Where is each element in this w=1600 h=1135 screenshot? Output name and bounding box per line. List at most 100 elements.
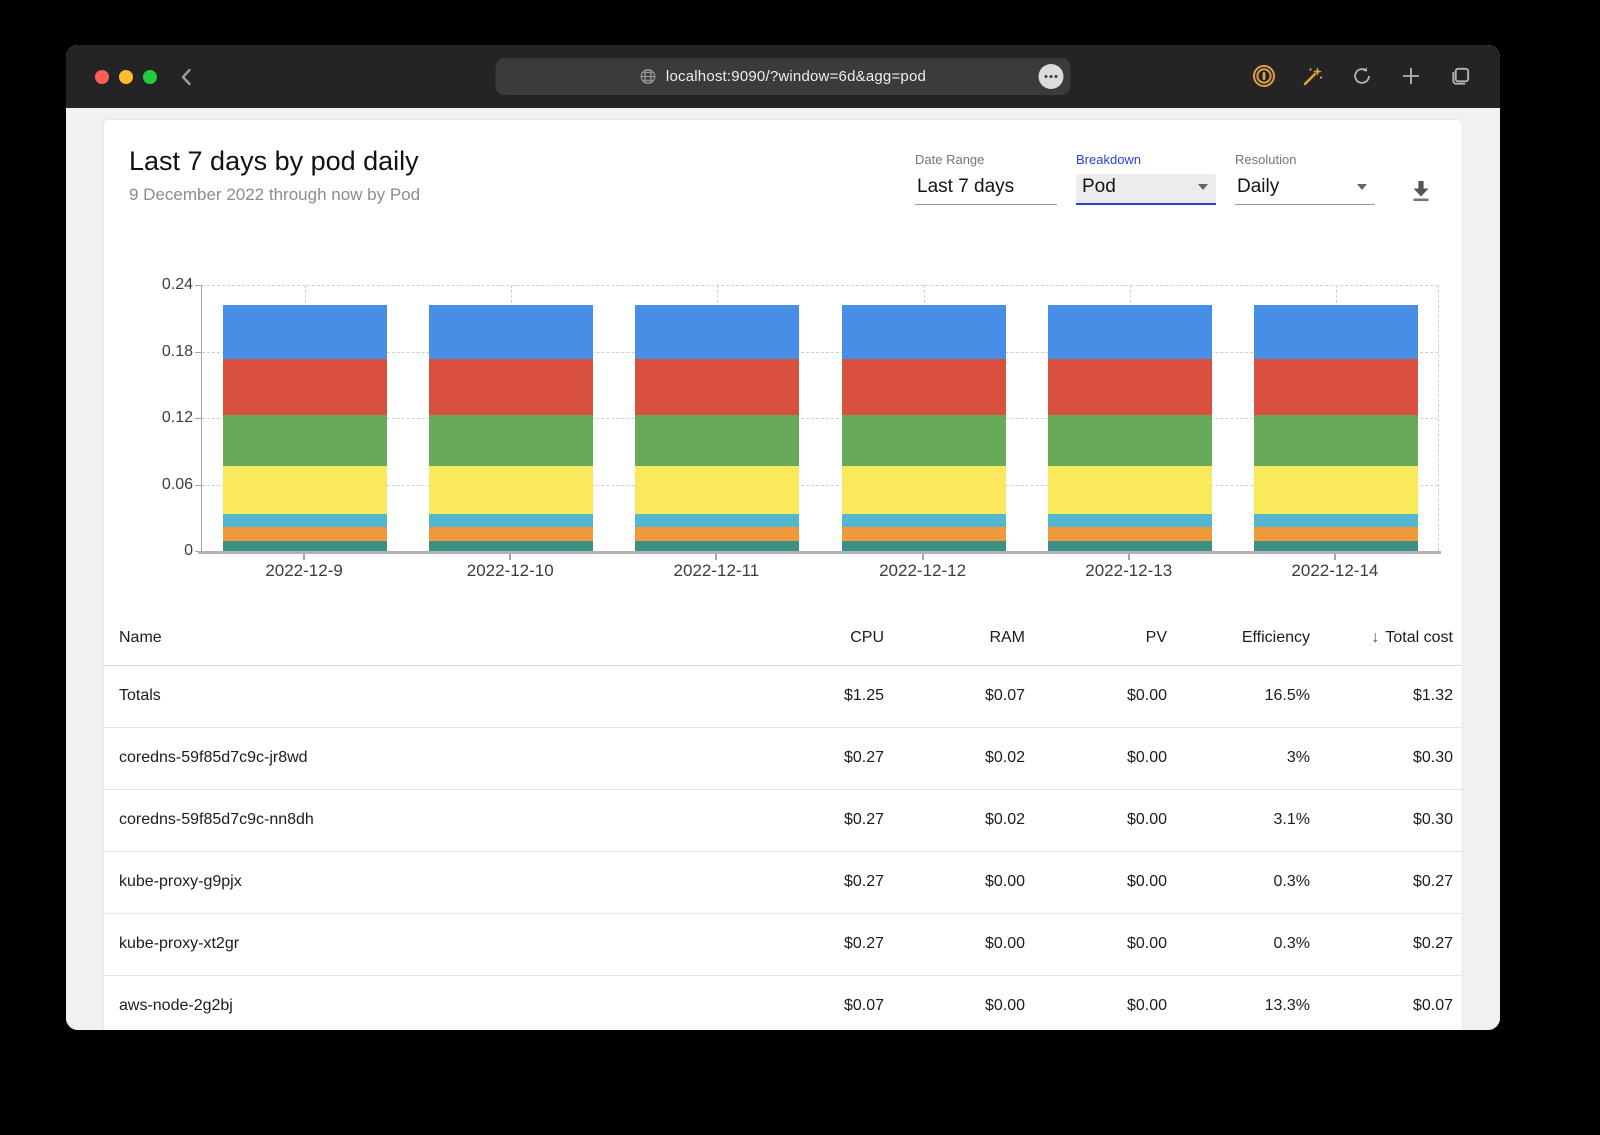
x-axis-label: 2022-12-11 bbox=[673, 561, 760, 580]
address-bar[interactable]: localhost:9090/?window=6d&agg=pod bbox=[495, 58, 1071, 95]
y-gridline bbox=[202, 351, 1438, 353]
stacked-bar-2022-12-11[interactable] bbox=[635, 305, 800, 551]
zoom-window-button[interactable] bbox=[143, 70, 157, 84]
segment-blue[interactable] bbox=[1047, 305, 1212, 360]
segment-cyan[interactable] bbox=[635, 514, 800, 527]
segment-teal[interactable] bbox=[635, 541, 800, 551]
segment-teal[interactable] bbox=[1047, 541, 1212, 551]
segment-red[interactable] bbox=[223, 359, 388, 415]
x-tick-mark bbox=[715, 554, 718, 560]
cell-ram: $0.00 bbox=[884, 851, 1025, 914]
onepassword-extension-button[interactable] bbox=[1252, 64, 1276, 88]
segment-blue[interactable] bbox=[429, 305, 594, 360]
stacked-bar-2022-12-13[interactable] bbox=[1047, 305, 1212, 551]
stacked-bar-2022-12-14[interactable] bbox=[1253, 305, 1418, 551]
cell-name: coredns-59f85d7c9c-jr8wd bbox=[104, 727, 742, 790]
segment-orange[interactable] bbox=[841, 526, 1006, 542]
stacked-bar-2022-12-10[interactable] bbox=[429, 305, 594, 551]
ellipsis-button[interactable] bbox=[1038, 64, 1064, 89]
segment-yellow[interactable] bbox=[223, 465, 388, 515]
column-header-name[interactable]: Name bbox=[104, 611, 742, 666]
y-tick-mark bbox=[195, 285, 201, 286]
x-axis-label: 2022-12-10 bbox=[466, 561, 554, 580]
date-range-field[interactable]: Date Range Last 7 days bbox=[915, 152, 1057, 205]
segment-orange[interactable] bbox=[635, 526, 800, 542]
y-gridline bbox=[202, 285, 1438, 286]
segment-cyan[interactable] bbox=[223, 514, 388, 527]
segment-red[interactable] bbox=[1047, 359, 1212, 415]
segment-teal[interactable] bbox=[841, 541, 1006, 551]
minimize-window-button[interactable] bbox=[119, 70, 133, 84]
table-row-kube-proxy-g9pjx[interactable]: kube-proxy-g9pjx $0.27 $0.00 $0.00 0.3% $0.27 bbox=[104, 851, 1462, 914]
table-row-kube-proxy-xt2gr[interactable]: kube-proxy-xt2gr $0.27 $0.00 $0.00 0.3% $0.27 bbox=[104, 913, 1462, 976]
segment-yellow[interactable] bbox=[1253, 465, 1418, 515]
table-row-aws-node-2g2bj[interactable]: aws-node-2g2bj $0.07 $0.00 $0.00 13.3% $0.07 bbox=[104, 975, 1462, 1030]
segment-blue[interactable] bbox=[1253, 305, 1418, 360]
segment-teal[interactable] bbox=[1253, 541, 1418, 551]
table-row-coredns-59f85d7c9c-jr8wd[interactable]: coredns-59f85d7c9c-jr8wd $0.27 $0.02 $0.00 3… bbox=[104, 727, 1462, 790]
y-gridline bbox=[202, 418, 1438, 419]
table-header-row: Name CPU RAM PV Efficiency ↓ Total cost bbox=[104, 611, 1462, 666]
x-axis-label: 2022-12-14 bbox=[1291, 561, 1379, 580]
report-controls: Date Range Last 7 days Breakdown Pod Res… bbox=[915, 146, 1432, 208]
chart-plot-area bbox=[195, 285, 1439, 552]
segment-green[interactable] bbox=[1047, 414, 1212, 466]
segment-blue[interactable] bbox=[223, 305, 388, 360]
breakdown-select[interactable]: Breakdown Pod bbox=[1076, 152, 1216, 205]
tab-overview-button[interactable] bbox=[1448, 64, 1472, 88]
segment-green[interactable] bbox=[429, 414, 594, 466]
segment-cyan[interactable] bbox=[1047, 514, 1212, 527]
column-header-efficiency[interactable]: Efficiency bbox=[1167, 611, 1310, 666]
cell-efficiency: 3% bbox=[1167, 727, 1310, 790]
x-axis-label: 2022-12-9 bbox=[265, 561, 343, 580]
segment-yellow[interactable] bbox=[429, 465, 594, 515]
segment-green[interactable] bbox=[1253, 414, 1418, 466]
segment-green[interactable] bbox=[223, 414, 388, 466]
segment-orange[interactable] bbox=[1253, 526, 1418, 542]
cell-name: coredns-59f85d7c9c-nn8dh bbox=[104, 789, 742, 852]
new-tab-button[interactable] bbox=[1399, 64, 1423, 88]
column-header-ram[interactable]: RAM bbox=[884, 611, 1025, 666]
stacked-bar-2022-12-12[interactable] bbox=[841, 305, 1006, 551]
wand-extension-button[interactable] bbox=[1301, 64, 1325, 88]
segment-red[interactable] bbox=[1253, 359, 1418, 415]
segment-orange[interactable] bbox=[429, 526, 594, 542]
segment-cyan[interactable] bbox=[841, 514, 1006, 527]
segment-yellow[interactable] bbox=[1047, 465, 1212, 515]
y-axis-label: 0.06 bbox=[161, 475, 193, 493]
segment-orange[interactable] bbox=[223, 526, 388, 542]
segment-green[interactable] bbox=[635, 414, 800, 466]
cell-total: $0.27 bbox=[1310, 851, 1462, 914]
segment-teal[interactable] bbox=[429, 541, 594, 551]
segment-red[interactable] bbox=[841, 359, 1006, 415]
segment-yellow[interactable] bbox=[841, 465, 1006, 515]
column-header-pv[interactable]: PV bbox=[1025, 611, 1167, 666]
chart-x-axis bbox=[198, 551, 1441, 554]
close-window-button[interactable] bbox=[95, 70, 109, 84]
download-button[interactable] bbox=[1410, 179, 1432, 208]
back-button[interactable] bbox=[176, 66, 198, 88]
segment-orange[interactable] bbox=[1047, 526, 1212, 542]
resolution-select[interactable]: Resolution Daily bbox=[1235, 152, 1375, 205]
reload-icon bbox=[1354, 67, 1370, 84]
table-row-coredns-59f85d7c9c-nn8dh[interactable]: coredns-59f85d7c9c-nn8dh $0.27 $0.02 $0.00 3… bbox=[104, 789, 1462, 852]
segment-red[interactable] bbox=[429, 359, 594, 415]
page-subtitle: 9 December 2022 through now by Pod bbox=[129, 185, 421, 204]
segment-red[interactable] bbox=[635, 359, 800, 415]
table-row-totals[interactable]: Totals $1.25 $0.07 $0.00 16.5% $1.32 bbox=[104, 665, 1462, 728]
browser-titlebar: localhost:9090/?window=6d&agg=pod bbox=[66, 45, 1500, 108]
column-header-cpu[interactable]: CPU bbox=[742, 611, 884, 666]
page-background: Last 7 days by pod daily 9 December 2022… bbox=[66, 108, 1500, 1030]
reload-button[interactable] bbox=[1350, 64, 1374, 88]
segment-cyan[interactable] bbox=[429, 514, 594, 527]
segment-blue[interactable] bbox=[841, 305, 1006, 360]
segment-blue[interactable] bbox=[635, 305, 800, 360]
column-header-total-cost[interactable]: ↓ Total cost bbox=[1310, 611, 1462, 666]
segment-yellow[interactable] bbox=[635, 465, 800, 515]
chevron-down-icon bbox=[1357, 184, 1367, 190]
segment-green[interactable] bbox=[841, 414, 1006, 466]
segment-cyan[interactable] bbox=[1253, 514, 1418, 527]
y-axis-label: 0 bbox=[184, 542, 193, 559]
stacked-bar-2022-12-9[interactable] bbox=[223, 305, 388, 551]
segment-teal[interactable] bbox=[223, 541, 388, 551]
